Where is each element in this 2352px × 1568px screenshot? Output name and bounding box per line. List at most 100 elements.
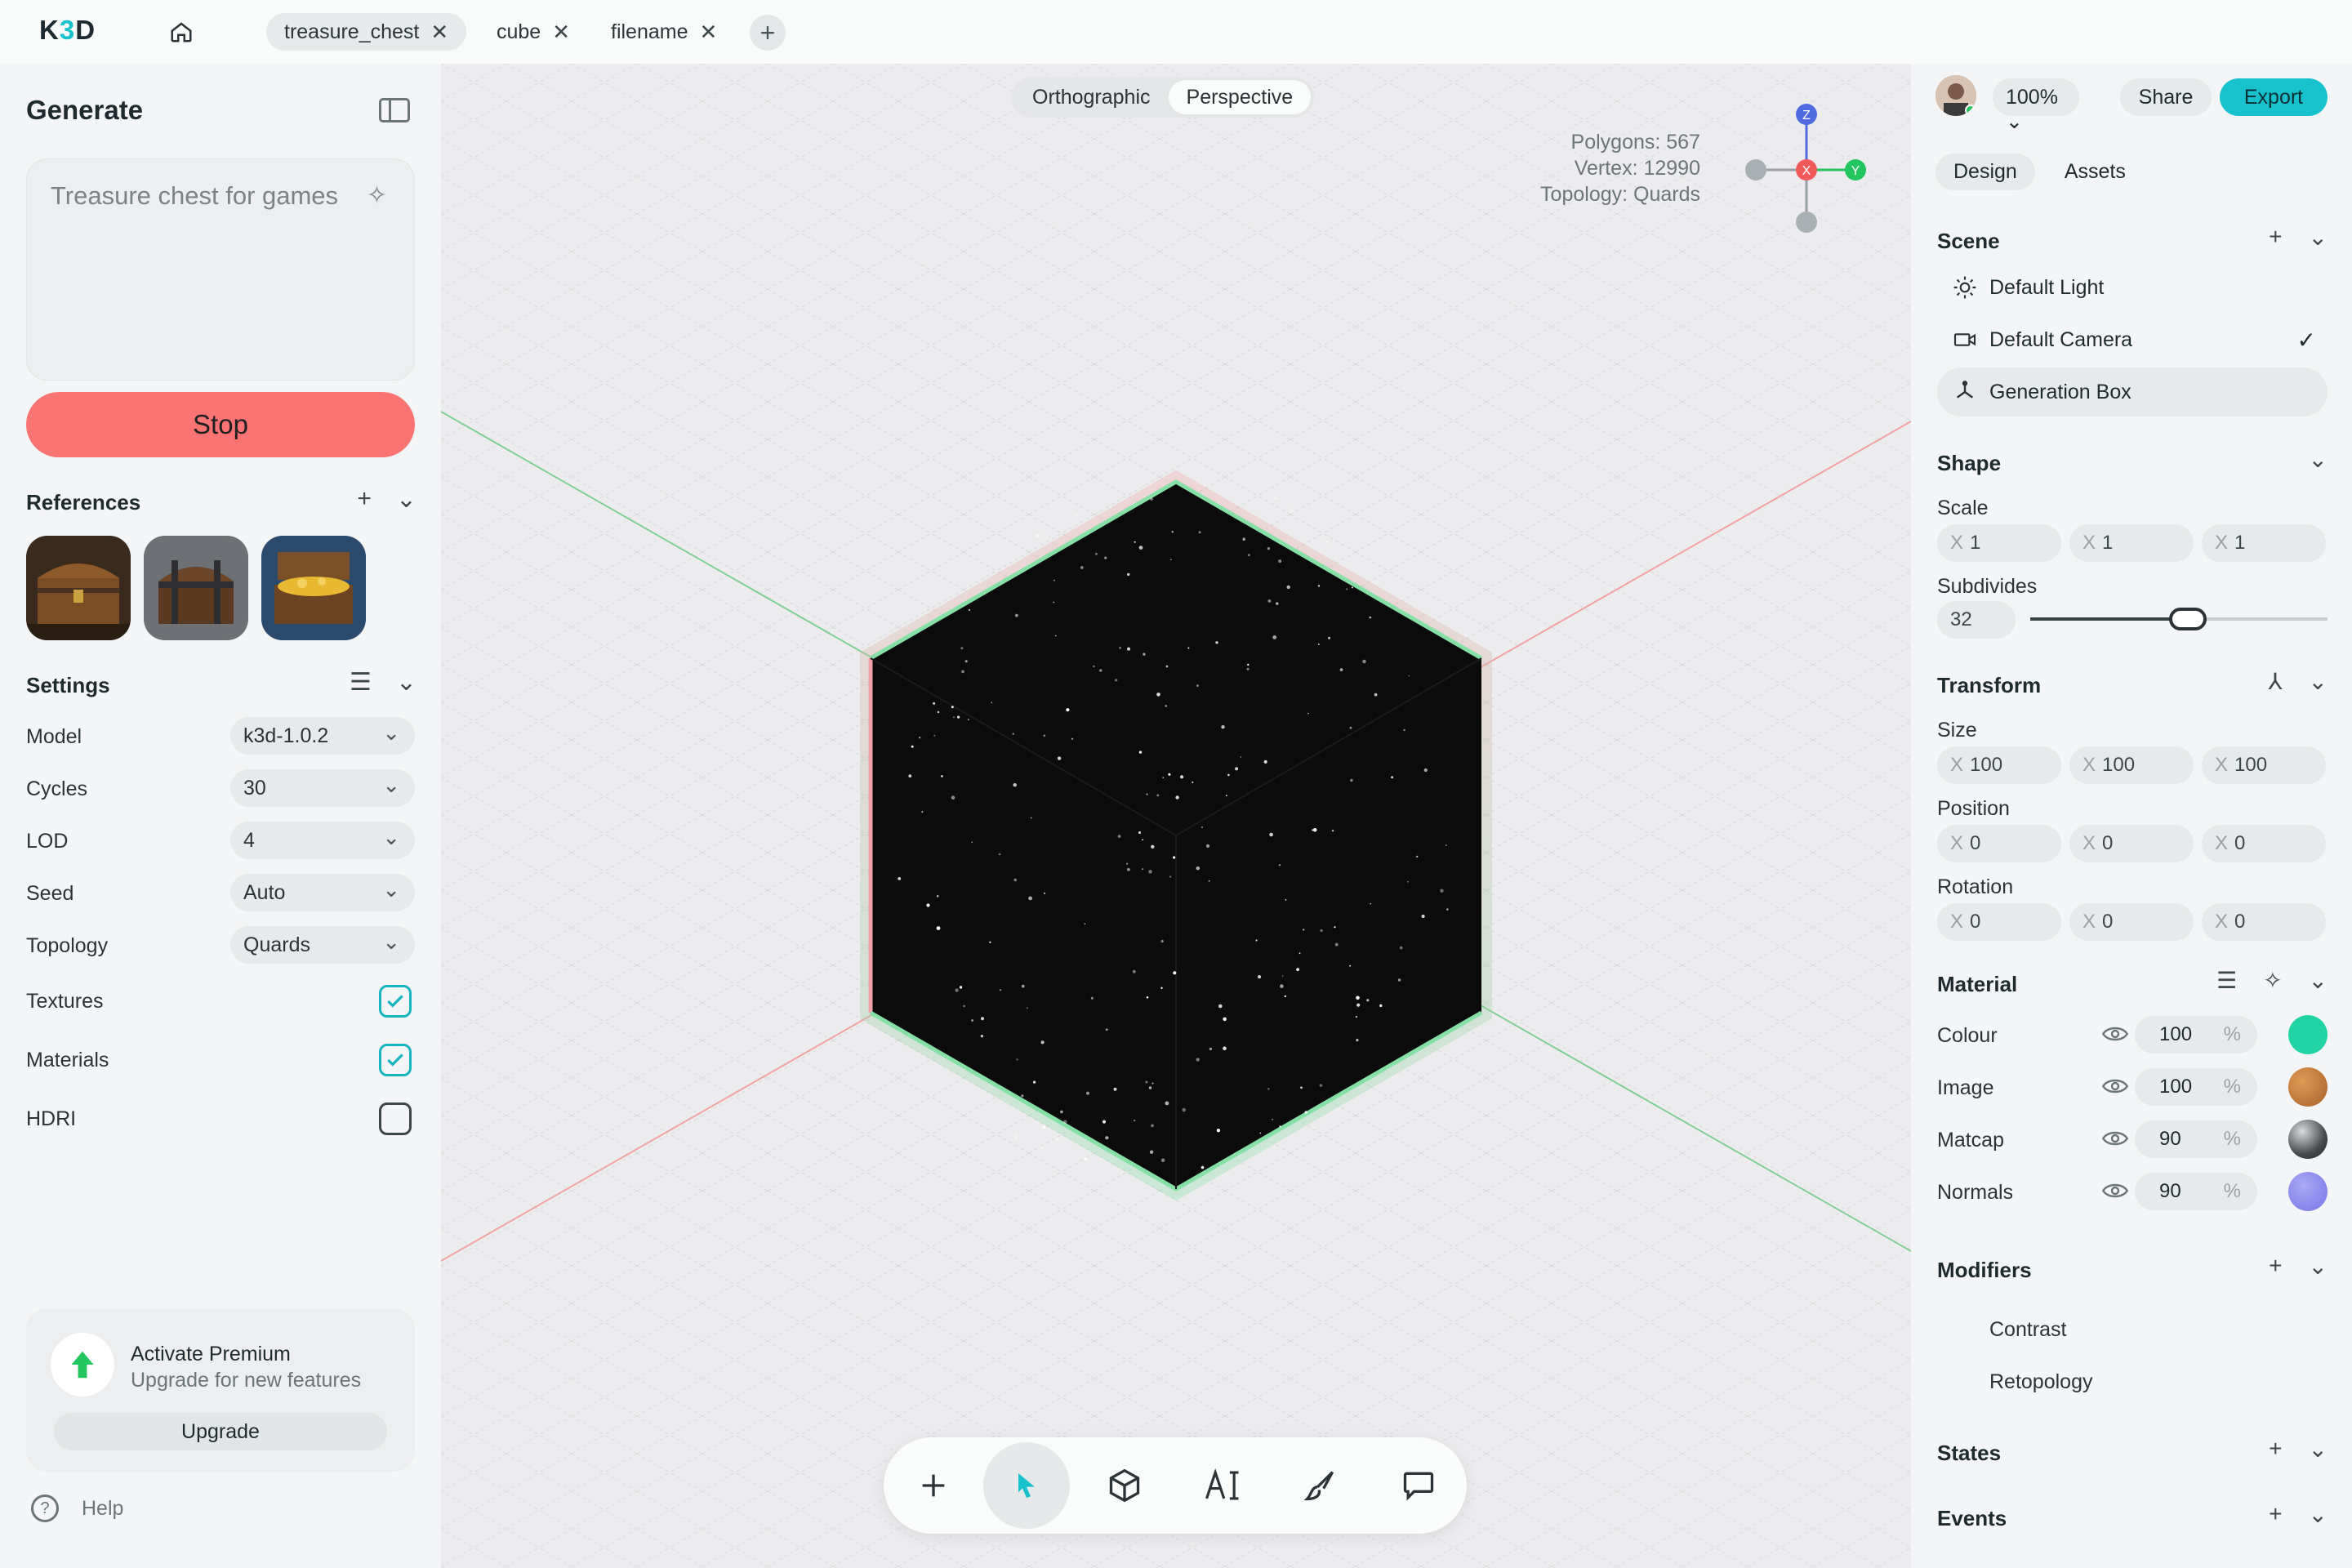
star bbox=[1366, 999, 1370, 1002]
stop-button[interactable]: Stop bbox=[26, 392, 415, 457]
eye-icon[interactable] bbox=[2102, 1076, 2128, 1096]
user-avatar[interactable] bbox=[1936, 75, 1976, 116]
tab-design[interactable]: Design bbox=[1936, 154, 2035, 190]
plus-icon[interactable]: + bbox=[2269, 224, 2282, 251]
size-x-field[interactable]: X 100 bbox=[1937, 746, 2061, 784]
scale-z-field[interactable]: X1 bbox=[2202, 524, 2326, 562]
star bbox=[1146, 996, 1149, 999]
star bbox=[1173, 856, 1176, 859]
chevron-down-icon[interactable]: ⌄ bbox=[2309, 446, 2328, 473]
tab-filename[interactable]: filename ✕ bbox=[593, 13, 735, 51]
chevron-down-icon[interactable]: ⌄ bbox=[2309, 1436, 2328, 1463]
modifier-retopology[interactable]: Retopology bbox=[1989, 1370, 2092, 1394]
add-tab-button[interactable]: + bbox=[750, 15, 786, 51]
modifier-contrast[interactable]: Contrast bbox=[1989, 1318, 2066, 1342]
size-z-field[interactable]: X 100 bbox=[2202, 746, 2326, 784]
lod-select[interactable]: 4 ⌄ bbox=[230, 822, 415, 859]
rotation-z-field[interactable]: X0 bbox=[2202, 903, 2326, 941]
matcap-opacity-field[interactable]: 90% bbox=[2135, 1120, 2257, 1158]
materials-checkbox[interactable] bbox=[379, 1044, 412, 1076]
star bbox=[918, 737, 921, 739]
close-icon[interactable]: ✕ bbox=[552, 20, 570, 45]
eye-icon[interactable] bbox=[2102, 1024, 2128, 1044]
rotation-y-field[interactable]: X0 bbox=[2069, 903, 2194, 941]
tab-assets[interactable]: Assets bbox=[2047, 154, 2144, 190]
size-y-field[interactable]: X 100 bbox=[2069, 746, 2194, 784]
close-icon[interactable]: ✕ bbox=[700, 20, 718, 45]
chevron-down-icon[interactable]: ⌄ bbox=[396, 485, 416, 514]
help-link[interactable]: ? Help bbox=[31, 1494, 123, 1522]
chevron-down-icon[interactable]: ⌄ bbox=[2309, 967, 2328, 994]
plus-icon[interactable]: + bbox=[2269, 1501, 2282, 1528]
scene-item-default-camera[interactable]: Default Camera ✓ bbox=[1937, 315, 2328, 364]
chevron-down-icon[interactable]: ⌄ bbox=[2309, 1253, 2328, 1280]
list-icon[interactable]: ☰ bbox=[350, 668, 372, 697]
plus-icon[interactable]: + bbox=[357, 485, 372, 514]
axis-gizmo[interactable]: Z Y X bbox=[1731, 100, 1878, 255]
reference-image[interactable] bbox=[26, 536, 131, 640]
home-button[interactable] bbox=[163, 16, 199, 47]
chevron-down-icon[interactable]: ⌄ bbox=[2309, 668, 2328, 695]
eye-icon[interactable] bbox=[2102, 1181, 2128, 1200]
colour-swatch[interactable] bbox=[2288, 1015, 2328, 1054]
scene-item-default-light[interactable]: Default Light bbox=[1937, 263, 2328, 312]
eye-icon[interactable] bbox=[2102, 1129, 2128, 1148]
plus-icon[interactable]: + bbox=[2269, 1253, 2282, 1280]
position-y-field[interactable]: X0 bbox=[2069, 825, 2194, 862]
prompt-input[interactable]: Treasure chest for games ✧ bbox=[26, 158, 415, 381]
image-swatch[interactable] bbox=[2288, 1067, 2328, 1107]
position-x-field[interactable]: X0 bbox=[1937, 825, 2061, 862]
magic-sparkle-icon[interactable]: ✧ bbox=[2263, 967, 2282, 994]
magic-sparkle-icon[interactable]: ✧ bbox=[367, 176, 387, 216]
sidebar-toggle-icon[interactable] bbox=[379, 98, 410, 122]
cube-tool-button[interactable] bbox=[1081, 1442, 1168, 1529]
star bbox=[1445, 844, 1447, 846]
cycles-select[interactable]: 30 ⌄ bbox=[230, 769, 415, 807]
image-opacity-field[interactable]: 100% bbox=[2135, 1068, 2257, 1106]
normals-swatch[interactable] bbox=[2288, 1172, 2328, 1211]
orthographic-option[interactable]: Orthographic bbox=[1014, 80, 1169, 114]
comment-tool-button[interactable] bbox=[1375, 1442, 1462, 1529]
matcap-swatch[interactable] bbox=[2288, 1120, 2328, 1159]
chevron-down-icon[interactable]: ⌄ bbox=[2309, 224, 2328, 251]
chevron-down-icon[interactable]: ⌄ bbox=[396, 668, 416, 697]
reference-image[interactable] bbox=[144, 536, 248, 640]
export-button[interactable]: Export bbox=[2220, 78, 2328, 116]
subdivides-slider-handle[interactable] bbox=[2169, 608, 2207, 630]
scale-y-field[interactable]: X1 bbox=[2069, 524, 2194, 562]
add-tool-button[interactable] bbox=[890, 1442, 977, 1529]
seed-select[interactable]: Auto ⌄ bbox=[230, 874, 415, 911]
perspective-option[interactable]: Perspective bbox=[1168, 80, 1312, 114]
normals-opacity-field[interactable]: 90% bbox=[2135, 1173, 2257, 1210]
position-z-field[interactable]: X0 bbox=[2202, 825, 2326, 862]
hdri-checkbox[interactable] bbox=[379, 1102, 412, 1135]
list-icon[interactable]: ☰ bbox=[2216, 967, 2237, 994]
share-button[interactable]: Share bbox=[2120, 78, 2212, 116]
axes-icon[interactable]: ⅄ bbox=[2268, 668, 2282, 695]
ai-text-tool-button[interactable] bbox=[1179, 1442, 1266, 1529]
textures-checkbox[interactable] bbox=[379, 985, 412, 1018]
rotation-x-field[interactable]: X0 bbox=[1937, 903, 2061, 941]
close-icon[interactable]: ✕ bbox=[430, 20, 448, 45]
viewport-canvas[interactable]: Orthographic Perspective Polygons: 567 V… bbox=[441, 64, 1911, 1568]
colour-opacity-field[interactable]: 100% bbox=[2135, 1016, 2257, 1054]
model-select[interactable]: k3d-1.0.2 ⌄ bbox=[230, 717, 415, 755]
star bbox=[1180, 775, 1184, 779]
plus-icon[interactable]: + bbox=[2269, 1436, 2282, 1463]
subdivides-field[interactable]: 32 bbox=[1937, 601, 2016, 639]
material-row-colour: Colour 100% bbox=[1937, 1014, 2329, 1055]
topology-select[interactable]: Quards ⌄ bbox=[230, 926, 415, 964]
reference-image[interactable] bbox=[261, 536, 366, 640]
upgrade-button[interactable]: Upgrade bbox=[54, 1413, 387, 1450]
zoom-select[interactable]: 100% ⌄ bbox=[1993, 78, 2079, 133]
scene-item-generation-box[interactable]: Generation Box bbox=[1937, 368, 2328, 416]
star bbox=[1240, 756, 1242, 758]
tab-treasure-chest[interactable]: treasure_chest ✕ bbox=[266, 13, 467, 51]
select-tool-button[interactable] bbox=[983, 1442, 1070, 1529]
star bbox=[1246, 667, 1250, 670]
scale-x-field[interactable]: X1 bbox=[1937, 524, 2061, 562]
chevron-down-icon[interactable]: ⌄ bbox=[2309, 1501, 2328, 1528]
tab-cube[interactable]: cube ✕ bbox=[479, 13, 588, 51]
brush-tool-button[interactable] bbox=[1277, 1442, 1364, 1529]
polygons-stat: Polygons: 567 bbox=[1570, 131, 1700, 154]
